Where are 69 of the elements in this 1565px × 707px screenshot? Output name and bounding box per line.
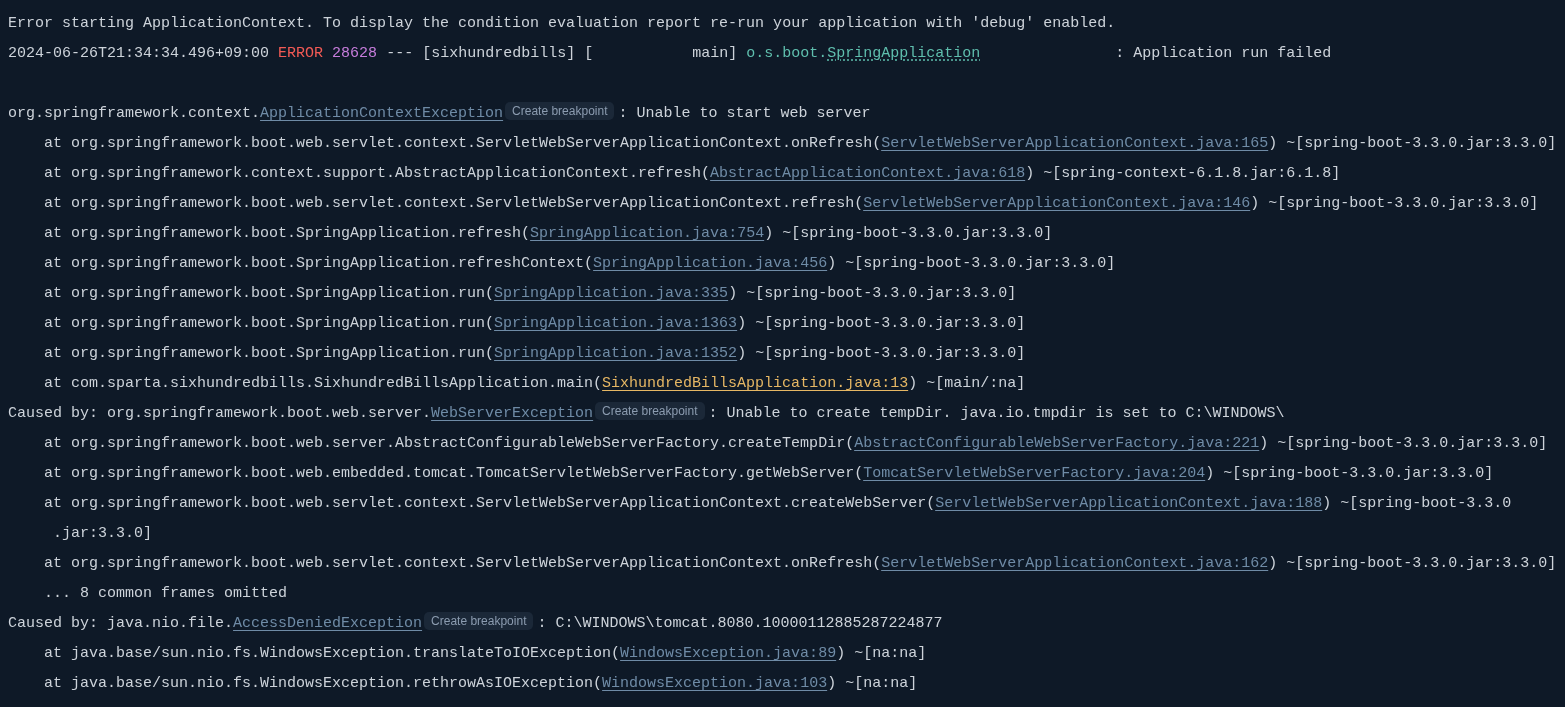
- stack-frame-text: at com.sparta.sixhundredbills.SixhundredBillsApplication.main(: [44, 374, 603, 394]
- library-text: .jar:3.3.0]: [53, 524, 153, 544]
- source-link[interactable]: SpringApplication.java:456: [593, 249, 828, 279]
- logger-package: o.s.boot.: [746, 45, 828, 62]
- stack-frame-text: at java.base/sun.nio.fs.WindowsException.rethrowAsIOException(: [44, 674, 603, 694]
- log-text: Error starting ApplicationContext. To display the condition evaluation report re-run your application with 'debug' enabled.: [8, 14, 1116, 34]
- exception-text: Caused by: org.springframework.boot.web.server.: [8, 404, 432, 424]
- exception-message: : Unable to create tempDir. java.io.tmpdir is set to C:\WINDOWS\: [708, 404, 1285, 424]
- source-link[interactable]: SpringApplication.java:1352: [494, 339, 738, 369]
- library-text: ) ~[spring-context-6.1.8.jar:6.1.8]: [1025, 164, 1341, 184]
- logger-class: SpringApplication: [827, 45, 981, 62]
- library-text: ) ~[spring-boot-3.3.0.jar:3.3.0]: [764, 224, 1053, 244]
- stack-frame-text: at org.springframework.boot.web.embedded.tomcat.TomcatServletWebServerFactory.getWebServer(: [44, 464, 864, 484]
- stack-frame-text: at org.springframework.boot.SpringApplication.run(: [44, 314, 495, 334]
- stack-frame-text: at java.base/sun.nio.fs.WindowsException.translateToIOException(: [44, 644, 621, 664]
- source-link[interactable]: SpringApplication.java:1363: [494, 309, 738, 339]
- stack-frame-text: at org.springframework.context.support.AbstractApplicationContext.refresh(: [44, 164, 711, 184]
- source-link[interactable]: WindowsException.java:103: [602, 669, 828, 699]
- thread-name: [ main]: [584, 45, 738, 62]
- create-breakpoint-button[interactable]: Create breakpoint: [595, 402, 705, 420]
- source-link[interactable]: AbstractConfigurableWebServerFactory.java:221: [854, 429, 1260, 459]
- exception-class-link[interactable]: WebServerException: [431, 399, 594, 429]
- log-level: ERROR: [278, 45, 324, 62]
- stack-frame-text: at org.springframework.boot.web.server.AbstractConfigurableWebServerFactory.createTempDir(: [44, 434, 855, 454]
- library-text: ) ~[spring-boot-3.3.0.jar:3.3.0]: [1250, 194, 1539, 214]
- stack-frame-text: at org.springframework.boot.web.servlet.context.ServletWebServerApplicationContext.onRefresh(: [44, 134, 882, 154]
- source-link[interactable]: SixhundredBillsApplication.java:13: [602, 369, 909, 399]
- stack-frame-text: at org.springframework.boot.SpringApplication.run(: [44, 284, 495, 304]
- stack-frame-text: at org.springframework.boot.web.servlet.context.ServletWebServerApplicationContext.onRefresh(: [44, 554, 882, 574]
- library-text: ) ~[spring-boot-3.3.0.jar:3.3.0]: [1268, 554, 1557, 574]
- exception-message: : C:\WINDOWS\tomcat.8080.10000112885287224877: [537, 614, 943, 634]
- timestamp: 2024-06-26T21:34:34.496+09:00: [8, 45, 270, 62]
- stack-frame-text: at org.springframework.boot.SpringApplication.refreshContext(: [44, 254, 594, 274]
- omitted-frames-text: ... 8 common frames omitted: [44, 584, 288, 604]
- stack-frame-text: at org.springframework.boot.web.servlet.context.ServletWebServerApplicationContext.createWebServer(: [44, 494, 936, 514]
- source-link[interactable]: ServletWebServerApplicationContext.java:165: [881, 129, 1269, 159]
- create-breakpoint-button[interactable]: Create breakpoint: [505, 102, 615, 120]
- source-link[interactable]: ServletWebServerApplicationContext.java:162: [881, 549, 1269, 579]
- source-link[interactable]: SpringApplication.java:754: [530, 219, 765, 249]
- library-text: ) ~[spring-boot-3.3.0.jar:3.3.0]: [1205, 464, 1494, 484]
- stack-frame-text: at org.springframework.boot.SpringApplication.run(: [44, 344, 495, 364]
- create-breakpoint-button[interactable]: Create breakpoint: [424, 612, 534, 630]
- library-text: ) ~[spring-boot-3.3.0: [1322, 494, 1512, 514]
- library-text: ) ~[na:na]: [836, 644, 927, 664]
- source-link[interactable]: WindowsException.java:89: [620, 639, 837, 669]
- source-link[interactable]: ServletWebServerApplicationContext.java:188: [935, 489, 1323, 519]
- library-text: ) ~[na:na]: [827, 674, 918, 694]
- library-text: ) ~[spring-boot-3.3.0.jar:3.3.0]: [1268, 134, 1557, 154]
- source-link[interactable]: TomcatServletWebServerFactory.java:204: [863, 459, 1206, 489]
- log-message: : Application run failed: [1115, 45, 1332, 62]
- exception-class-link[interactable]: AccessDeniedException: [233, 609, 423, 639]
- exception-class-link[interactable]: ApplicationContextException: [260, 99, 504, 129]
- log-separator: ---: [386, 45, 414, 62]
- source-link[interactable]: AbstractApplicationContext.java:618: [710, 159, 1026, 189]
- stack-frame-text: at org.springframework.boot.SpringApplication.refresh(: [44, 224, 531, 244]
- source-link[interactable]: ServletWebServerApplicationContext.java:146: [863, 189, 1251, 219]
- process-id: 28628: [332, 45, 378, 62]
- library-text: ) ~[main/:na]: [908, 374, 1026, 394]
- library-text: ) ~[spring-boot-3.3.0.jar:3.3.0]: [737, 344, 1026, 364]
- exception-text: Caused by: java.nio.file.: [8, 614, 234, 634]
- library-text: ) ~[spring-boot-3.3.0.jar:3.3.0]: [1259, 434, 1548, 454]
- source-link[interactable]: SpringApplication.java:335: [494, 279, 729, 309]
- stack-frame-text: at org.springframework.boot.web.servlet.context.ServletWebServerApplicationContext.refresh(: [44, 194, 864, 214]
- library-text: ) ~[spring-boot-3.3.0.jar:3.3.0]: [737, 314, 1026, 334]
- exception-message: : Unable to start web server: [618, 104, 871, 124]
- library-text: ) ~[spring-boot-3.3.0.jar:3.3.0]: [728, 284, 1017, 304]
- exception-text: org.springframework.context.: [8, 104, 261, 124]
- app-name: [sixhundredbills]: [422, 45, 576, 62]
- library-text: ) ~[spring-boot-3.3.0.jar:3.3.0]: [827, 254, 1116, 274]
